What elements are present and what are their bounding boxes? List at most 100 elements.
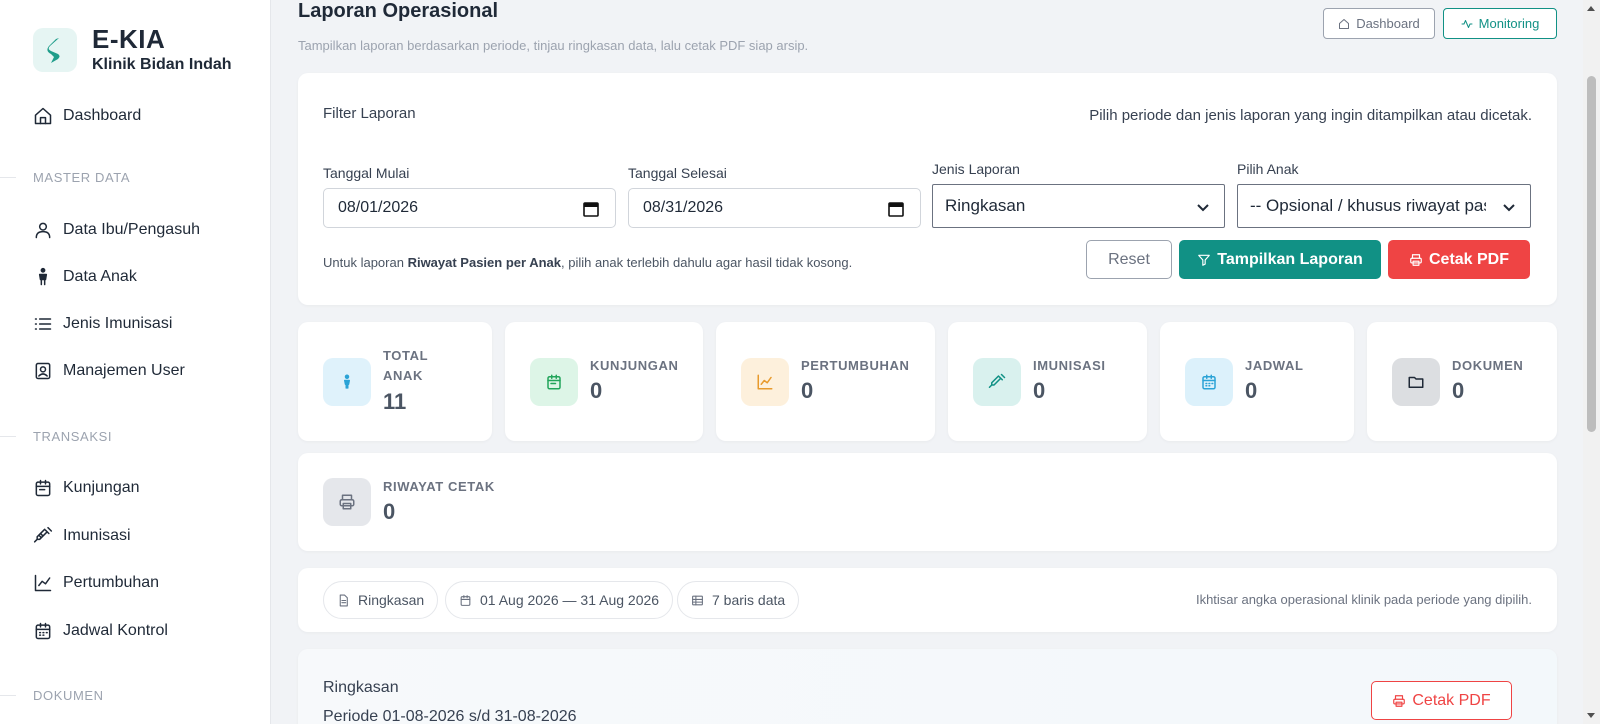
end-date-input[interactable]: 08/31/2026 [628,188,921,228]
scroll-thumb[interactable] [1587,76,1596,432]
home-icon [34,107,52,125]
page-title: Laporan Operasional [298,0,499,22]
stat-label: IMUNISASI [1033,358,1106,373]
end-date-value: 08/31/2026 [643,199,724,216]
summary-print-pdf-label: Cetak PDF [1412,691,1491,709]
stat-label: DOKUMEN [1452,358,1524,373]
calendar-grid-icon [1185,358,1233,406]
chip-label: 01 Aug 2026 — 31 Aug 2026 [480,592,660,608]
sidebar-item-jadwal-kontrol[interactable]: Jadwal Kontrol [33,621,168,641]
brand-title: E-KIA [92,24,166,54]
dashboard-button-label: Dashboard [1356,16,1420,31]
start-date-input[interactable]: 08/01/2026 [323,188,616,228]
chip-date-range: 01 Aug 2026 — 31 Aug 2026 [445,581,674,619]
end-date-label: Tanggal Selesai [628,165,727,181]
main-content: Laporan Operasional Tampilkan laporan be… [271,0,1583,724]
sidebar-item-label: Data Anak [63,268,137,285]
child-select-value: -- Opsional / khusus riwayat pasien -- [1250,196,1486,215]
stat-label: PERTUMBUHAN [801,358,910,373]
stat-label: TOTAL [383,348,429,363]
sidebar-item-jenis-imunisasi[interactable]: Jenis Imunisasi [33,314,172,334]
monitoring-button-label: Monitoring [1478,16,1540,31]
report-type-select[interactable]: Ringkasan [932,184,1225,228]
stat-jadwal: JADWAL 0 [1160,322,1354,441]
stat-total-anak: TOTAL ANAK 11 [298,322,492,441]
calendar-icon[interactable] [888,201,904,217]
filter-note: Untuk laporan Riwayat Pasien per Anak, p… [323,255,852,270]
chip-label: 7 baris data [712,592,786,608]
sidebar-item-imunisasi[interactable]: Imunisasi [33,526,131,546]
stat-label: KUNJUNGAN [590,358,679,373]
stat-label: RIWAYAT CETAK [383,479,495,494]
stat-pertumbuhan: PERTUMBUHAN 0 [716,322,935,441]
user-badge-icon [35,362,51,380]
brand[interactable]: E-KIA Klinik Bidan Indah [33,25,232,74]
sidebar-item-dashboard[interactable]: Dashboard [33,106,141,126]
chip-row-count: 7 baris data [677,581,800,619]
stat-value: 11 [383,389,407,414]
brand-subtitle: Klinik Bidan Indah [92,56,232,73]
sidebar-item-label: Jenis Imunisasi [63,315,173,332]
filter-title: Filter Laporan [323,105,416,122]
monitoring-button[interactable]: Monitoring [1443,8,1557,39]
report-type-label: Jenis Laporan [932,161,1020,177]
sidebar-item-label: Manajemen User [63,362,185,379]
sidebar-item-pertumbuhan[interactable]: Pertumbuhan [33,573,159,593]
note-suffix: , pilih anak terlebih dahulu agar hasil … [560,255,853,270]
section-transaksi: TRANSAKSI [33,429,113,444]
scroll-up-arrow[interactable] [1587,6,1595,11]
page-scrollbar[interactable] [1583,0,1600,724]
section-dokumen: DOKUMEN [33,688,104,703]
sidebar-item-kunjungan[interactable]: Kunjungan [33,478,140,498]
show-report-button[interactable]: Tampilkan Laporan [1179,240,1381,279]
divider [0,436,16,437]
divider [0,177,16,178]
dashboard-button[interactable]: Dashboard [1323,8,1435,39]
summary-period: Periode 01-08-2026 s/d 31-08-2026 [323,708,577,724]
stat-value: 0 [1245,378,1258,403]
reset-button[interactable]: Reset [1086,240,1172,279]
stat-value: 0 [383,499,396,524]
child-select[interactable]: -- Opsional / khusus riwayat pasien -- [1237,184,1531,228]
calendar-icon [530,358,578,406]
activity-icon [1461,19,1473,28]
sidebar-item-data-ibu[interactable]: Data Ibu/Pengasuh [33,220,200,240]
chip-label: Ringkasan [358,592,425,608]
page-subtitle: Tampilkan laporan berdasarkan periode, t… [298,38,809,53]
chart-line-icon [34,574,52,592]
filter-hint: Pilih periode dan jenis laporan yang ing… [1089,107,1532,124]
stat-kunjungan: KUNJUNGAN 0 [505,322,703,441]
chip-report-type: Ringkasan [323,581,439,619]
sidebar-item-data-anak[interactable]: Data Anak [33,267,137,287]
stat-value: 0 [590,378,603,403]
filter-icon [1198,254,1211,266]
stat-dokumen: DOKUMEN 0 [1367,322,1557,441]
reset-button-label: Reset [1108,250,1150,268]
sidebar-item-label: Jadwal Kontrol [63,622,168,639]
note-bold: Riwayat Pasien per Anak [407,255,561,270]
stat-imunisasi: IMUNISASI 0 [948,322,1147,441]
printer-icon [323,478,371,526]
calendar-grid-icon [35,622,51,640]
calendar-icon [460,594,471,606]
sidebar-item-label: Imunisasi [63,527,131,544]
section-master-data: MASTER DATA [33,170,131,185]
stat-riwayat-cetak: RIWAYAT CETAK 0 [298,453,1557,551]
logo-icon [33,27,77,72]
summary-card: Ringkasan Periode 01-08-2026 s/d 31-08-2… [298,649,1557,724]
chevron-down-icon [1197,204,1209,212]
stat-value: 0 [1452,378,1465,403]
scroll-down-arrow[interactable] [1587,713,1595,718]
sidebar-item-manajemen-user[interactable]: Manajemen User [33,361,185,381]
stat-value: 0 [801,378,814,403]
calendar-icon[interactable] [583,201,599,217]
calendar-icon [35,479,51,497]
stat-label: ANAK [383,368,423,383]
summary-print-pdf-button[interactable]: Cetak PDF [1371,681,1512,720]
list-icon [34,318,52,330]
syringe-icon [33,526,53,543]
printer-icon [1393,694,1406,707]
sidebar-item-label: Kunjungan [63,479,140,496]
table-icon [692,595,703,605]
print-pdf-button[interactable]: Cetak PDF [1388,240,1530,279]
